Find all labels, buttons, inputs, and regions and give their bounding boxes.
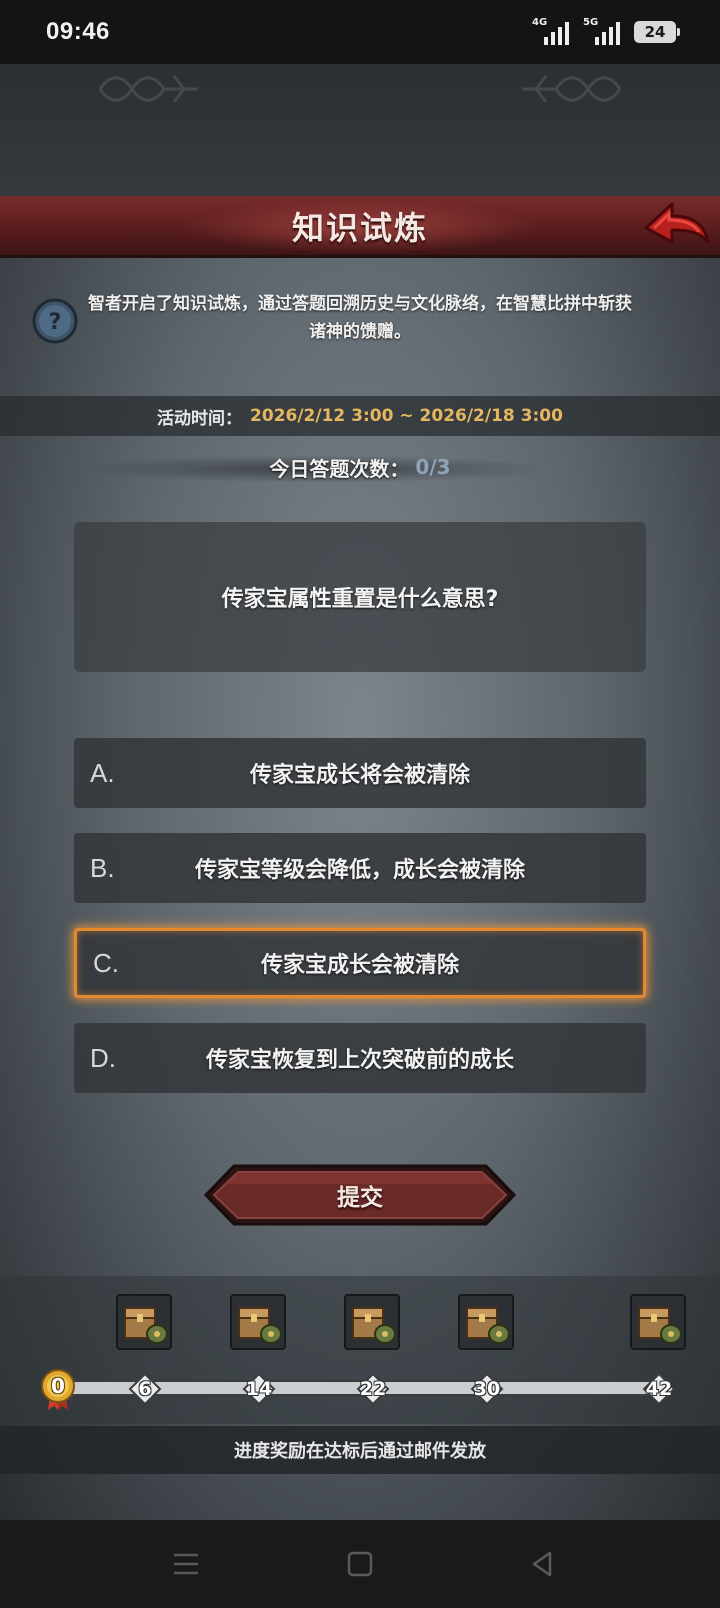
daily-count-value: 0/3	[415, 455, 451, 479]
back-button[interactable]	[642, 198, 712, 256]
back-arrow-icon	[644, 202, 710, 244]
milestone-marker: 42	[642, 1372, 676, 1406]
battery-level: 24	[644, 23, 666, 41]
milestone-value: 22	[359, 1378, 387, 1400]
reward-notice: 进度奖励在达标后通过邮件发放	[234, 1441, 486, 1462]
right-ornament-icon	[522, 75, 622, 103]
status-icons: 4G 5G 24	[532, 17, 680, 45]
option-text: 传家宝恢复到上次突破前的成长	[205, 1048, 514, 1073]
battery-icon: 24	[634, 21, 680, 43]
svg-text:?: ?	[49, 310, 62, 335]
current-progress-medal: 0	[40, 1368, 76, 1412]
reward-chest-30[interactable]	[458, 1294, 514, 1350]
treasure-chest-icon	[344, 1294, 400, 1350]
option-letter: C.	[93, 947, 119, 978]
milestone-value: 14	[245, 1378, 273, 1400]
treasure-chest-icon	[230, 1294, 286, 1350]
home-square-icon	[347, 1551, 373, 1577]
milestone-marker: 14	[242, 1372, 276, 1406]
option-letter: B.	[90, 852, 115, 883]
option-b[interactable]: B. 传家宝等级会降低，成长会被清除	[74, 833, 646, 903]
back-triangle-icon	[532, 1551, 552, 1577]
reward-chest-14[interactable]	[230, 1294, 286, 1350]
option-letter: A.	[90, 757, 115, 788]
nav-back-button[interactable]	[524, 1546, 560, 1582]
submit-label: 提交	[337, 1185, 383, 1211]
treasure-chest-icon	[630, 1294, 686, 1350]
daily-count: 今日答题次数： 0/3	[90, 442, 630, 492]
option-text: 传家宝成长将会被清除	[249, 763, 470, 788]
option-text: 传家宝等级会降低，成长会被清除	[194, 858, 525, 883]
treasure-chest-icon	[116, 1294, 172, 1350]
milestone-marker: 30	[470, 1372, 504, 1406]
status-bar: 09:46 4G 5G 24	[0, 0, 720, 64]
question-box: 传家宝属性重置是什么意思?	[74, 522, 646, 672]
game-screen: 知识试炼 ? 智者开启了知识试炼，通过答题回溯历史与文化脉络，在智慧比拼中斩获诸…	[0, 64, 720, 1520]
title-bar: 知识试炼	[0, 196, 720, 258]
notice-bar: 进度奖励在达标后通过邮件发放	[0, 1426, 720, 1474]
progress-panel: 0 6 14 22 30 42	[0, 1276, 720, 1424]
help-button[interactable]: ?	[32, 298, 78, 344]
milestone-value: 42	[645, 1378, 673, 1400]
page-title: 知识试炼	[291, 208, 428, 247]
status-time: 09:46	[46, 18, 110, 45]
milestone-marker: 6	[128, 1372, 162, 1406]
milestone-marker: 22	[356, 1372, 390, 1406]
option-text: 传家宝成长会被清除	[260, 953, 459, 978]
reward-chest-6[interactable]	[116, 1294, 172, 1350]
current-progress-value: 0	[51, 1374, 65, 1398]
network-label-5g: 5G	[583, 17, 599, 28]
network-label-4g: 4G	[532, 17, 548, 28]
daily-count-label: 今日答题次数：	[269, 456, 410, 481]
event-time-label: 活动时间：	[157, 408, 243, 429]
help-icon: ?	[32, 298, 78, 344]
treasure-chest-icon	[458, 1294, 514, 1350]
system-nav-bar	[0, 1520, 720, 1608]
event-time-value: 2026/2/12 3:00 ~ 2026/2/18 3:00	[250, 406, 563, 426]
option-d[interactable]: D. 传家宝恢复到上次突破前的成长	[74, 1023, 646, 1093]
option-letter: D.	[90, 1042, 116, 1073]
signal-5g-icon: 5G	[583, 17, 620, 45]
recent-apps-button[interactable]	[168, 1546, 204, 1582]
event-time-bar: 活动时间： 2026/2/12 3:00 ~ 2026/2/18 3:00	[0, 396, 720, 436]
milestone-value: 30	[473, 1378, 501, 1400]
left-ornament-icon	[98, 75, 198, 103]
intro-section: ? 智者开启了知识试炼，通过答题回溯历史与文化脉络，在智慧比拼中斩获诸神的馈赠。	[0, 258, 720, 388]
reward-chest-42[interactable]	[630, 1294, 686, 1350]
option-c[interactable]: C. 传家宝成长会被清除	[74, 928, 646, 998]
reward-chest-22[interactable]	[344, 1294, 400, 1350]
intro-text: 智者开启了知识试炼，通过答题回溯历史与文化脉络，在智慧比拼中斩获诸神的馈赠。	[88, 294, 632, 342]
signal-4g-icon: 4G	[532, 17, 569, 45]
submit-button[interactable]: 提交	[204, 1164, 516, 1226]
milestone-value: 6	[138, 1378, 152, 1400]
home-button[interactable]	[342, 1546, 378, 1582]
menu-icon	[174, 1553, 198, 1575]
question-text: 传家宝属性重置是什么意思?	[221, 587, 499, 612]
option-a[interactable]: A. 传家宝成长将会被清除	[74, 738, 646, 808]
